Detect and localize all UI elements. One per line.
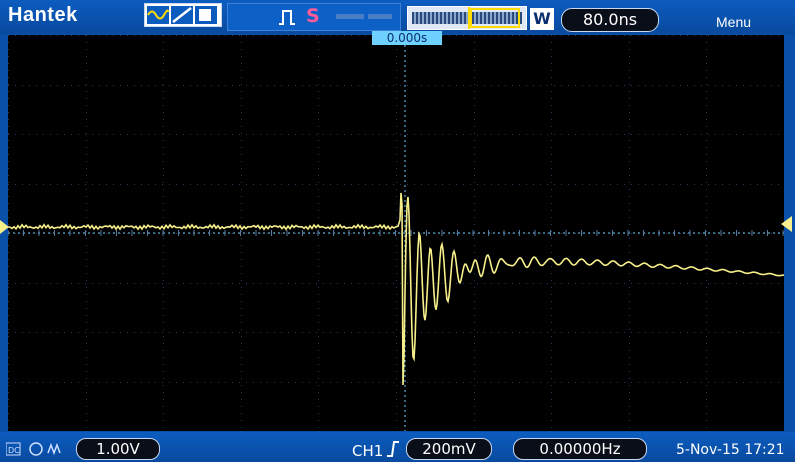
memory-depth-bar[interactable] <box>407 6 527 30</box>
datetime-readout: 5-Nov-15 17:21 <box>676 442 785 458</box>
waveform-path <box>8 192 784 386</box>
memory-view-window[interactable] <box>470 8 520 28</box>
frequency-readout[interactable]: 0.00000Hz <box>513 438 647 460</box>
status-text <box>336 10 396 24</box>
window-mode-button[interactable]: W <box>530 8 554 30</box>
trigger-time-marker[interactable]: 0.000s <box>372 31 442 45</box>
volts-per-div-readout[interactable]: 1.00V <box>76 438 160 460</box>
channel-1-trace <box>8 192 784 386</box>
acquire-mode-group[interactable] <box>144 3 222 27</box>
rising-edge-icon <box>386 441 400 461</box>
trigger-source-label: CH1 <box>352 442 384 460</box>
menu-button[interactable]: Menu <box>716 14 751 30</box>
timebase-readout[interactable]: 80.0ns <box>561 8 659 32</box>
square-icon[interactable] <box>195 6 217 24</box>
coupling-icons: DC <box>5 441 70 457</box>
brand-logo: Hantek <box>8 4 78 26</box>
trigger-level-marker[interactable] <box>781 216 792 232</box>
svg-text:DC: DC <box>8 446 20 455</box>
trigger-level-readout[interactable]: 200mV <box>406 438 492 460</box>
trigger-pulse-icon <box>278 8 296 26</box>
waveform-display[interactable] <box>8 35 784 431</box>
bottom-status-bar: DC 1.00V CH1 200mV 0.00000Hz 5-Nov-15 17… <box>0 432 795 462</box>
sine-wave-icon[interactable] <box>147 6 169 24</box>
run-stop-group[interactable]: S <box>227 3 401 31</box>
top-status-bar: Hantek S W 80.0ns Menu <box>0 0 795 34</box>
stop-indicator[interactable]: S <box>306 5 320 27</box>
ramp-icon[interactable] <box>171 6 193 24</box>
channel-1-ground-marker[interactable] <box>0 220 9 234</box>
